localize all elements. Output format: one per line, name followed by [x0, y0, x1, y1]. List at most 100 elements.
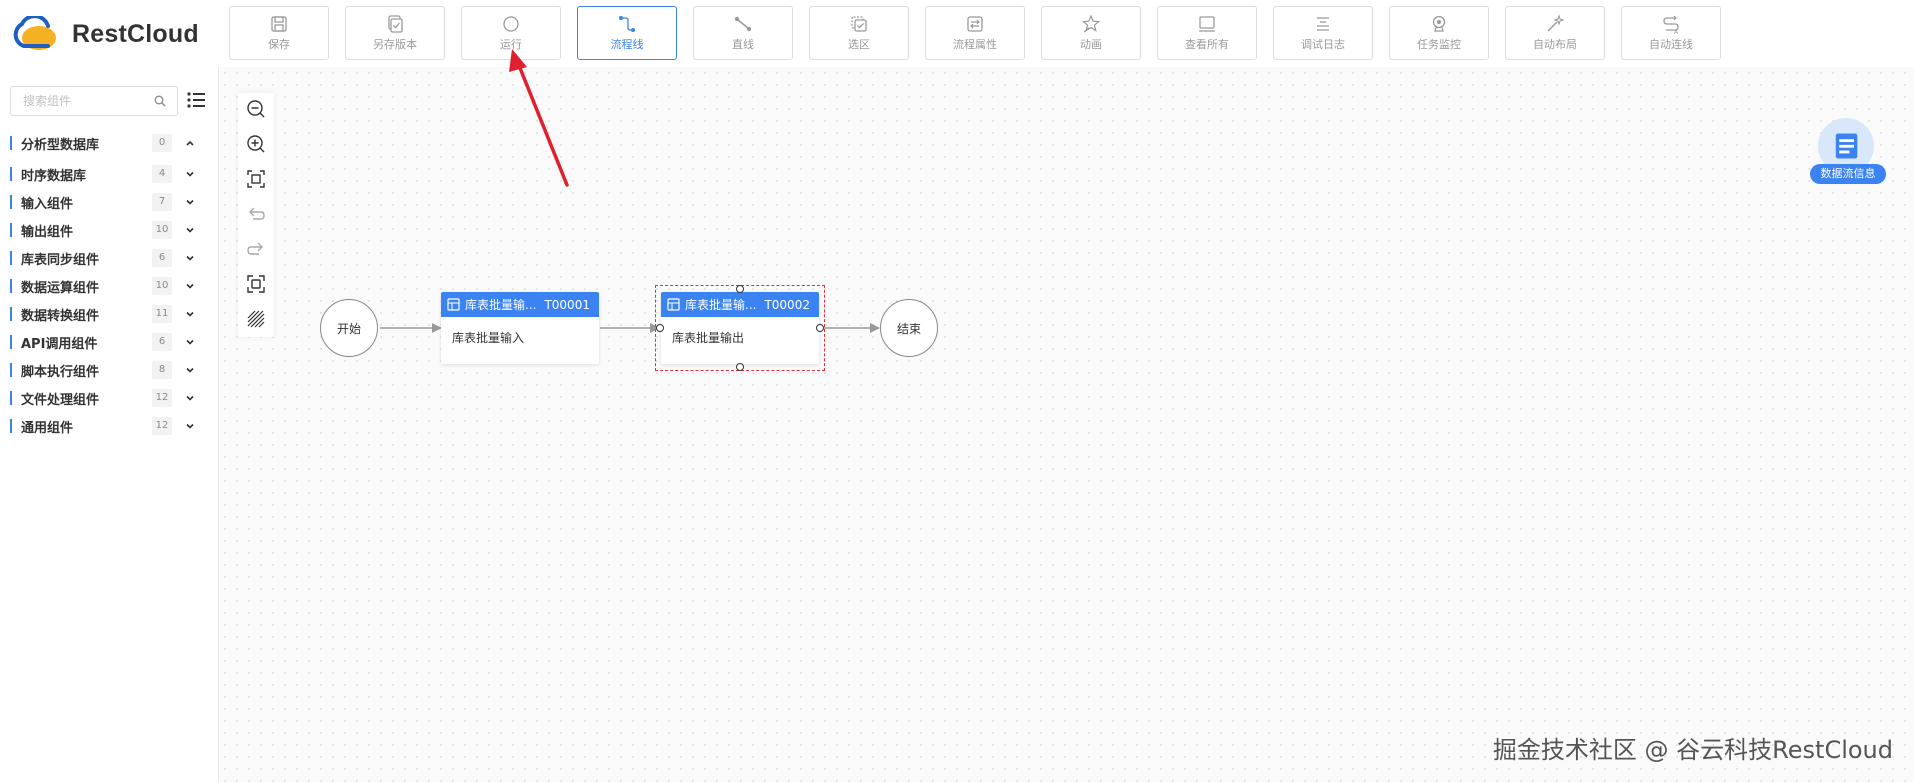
category-marker: [10, 335, 12, 349]
fit-view-button[interactable]: [245, 168, 267, 190]
component-search-input[interactable]: [21, 93, 155, 109]
chevron-down-icon[interactable]: [184, 308, 196, 320]
task-node-id: T00002: [764, 297, 810, 312]
category-label: 输入组件: [21, 196, 74, 212]
animation-button[interactable]: 动画: [1041, 6, 1141, 60]
category-item[interactable]: 数据转换组件 11: [0, 300, 218, 328]
category-item[interactable]: 时序数据库 4: [0, 160, 218, 188]
task-node-batch-input[interactable]: 库表批量输... T00001 库表批量输入: [441, 292, 599, 364]
zoom-in-button[interactable]: [245, 133, 267, 155]
flow-line-button[interactable]: 流程线: [577, 6, 677, 60]
category-label: 库表同步组件: [21, 252, 100, 268]
category-item[interactable]: 输入组件 7: [0, 188, 218, 216]
flow-properties-button[interactable]: 流程属性: [925, 6, 1025, 60]
category-item[interactable]: 文件处理组件 12: [0, 384, 218, 412]
chevron-down-icon[interactable]: [184, 364, 196, 376]
category-marker: [10, 307, 12, 321]
flow-canvas[interactable]: [219, 67, 1914, 782]
auto-layout-button[interactable]: 自动布局: [1505, 6, 1605, 60]
undo-button[interactable]: [245, 203, 267, 225]
fullscreen-icon: [247, 275, 265, 293]
chevron-down-icon[interactable]: [184, 196, 196, 208]
category-item[interactable]: 输出组件 10: [0, 216, 218, 244]
connection-port-right[interactable]: [816, 324, 824, 332]
task-monitor-button[interactable]: 任务监控: [1389, 6, 1489, 60]
category-count: 4: [152, 165, 172, 183]
category-item[interactable]: 数据运算组件 10: [0, 272, 218, 300]
document-info-icon: [1835, 133, 1858, 159]
view-all-button-label: 查看所有: [1185, 38, 1229, 51]
list-view-icon[interactable]: [186, 89, 206, 111]
chevron-down-icon[interactable]: [184, 392, 196, 404]
straight-line-button[interactable]: 直线: [693, 6, 793, 60]
category-label: 通用组件: [21, 420, 74, 436]
run-button[interactable]: 运行: [461, 6, 561, 60]
connection-port-bottom[interactable]: [736, 363, 744, 371]
component-sidebar: 分析型数据库 0 时序数据库 4 输入组件 7 输出组件 10: [0, 67, 219, 782]
connection-port-top[interactable]: [736, 285, 744, 293]
chevron-down-icon[interactable]: [184, 420, 196, 432]
auto-connect-button[interactable]: A 自动连线: [1621, 6, 1721, 60]
zoom-in-icon: [247, 135, 265, 153]
task-node-batch-output[interactable]: 库表批量输... T00002 库表批量输出: [661, 292, 819, 364]
watermark: 掘金技术社区 @ 谷云科技RestCloud: [1492, 736, 1893, 764]
redo-button[interactable]: [245, 238, 267, 260]
svg-text:A: A: [1674, 29, 1679, 34]
grid-toggle-button[interactable]: [245, 308, 267, 330]
canvas-zoom-toolbar: [238, 93, 274, 337]
save-version-button[interactable]: 另存版本: [345, 6, 445, 60]
zoom-out-button[interactable]: [245, 98, 267, 120]
category-marker: [10, 195, 12, 209]
connection-port-left[interactable]: [656, 324, 664, 332]
category-label: API调用组件: [21, 336, 98, 352]
chevron-down-icon[interactable]: [184, 168, 196, 180]
debug-log-button-label: 调试日志: [1301, 38, 1345, 51]
save-icon: [271, 16, 287, 32]
logo-text: RestCloud: [72, 19, 199, 48]
chevron-down-icon[interactable]: [184, 224, 196, 236]
category-label: 脚本执行组件: [21, 364, 100, 380]
view-all-icon: [1199, 16, 1215, 32]
auto-connect-button-label: 自动连线: [1649, 38, 1693, 51]
fullscreen-button[interactable]: [245, 273, 267, 295]
selection-button[interactable]: 选区: [809, 6, 909, 60]
category-label: 文件处理组件: [21, 392, 100, 408]
category-label: 时序数据库: [21, 168, 87, 184]
category-marker: [10, 136, 12, 150]
flow-line-button-label: 流程线: [610, 38, 644, 51]
category-count: 11: [152, 305, 172, 323]
category-item[interactable]: 库表同步组件 6: [0, 244, 218, 272]
end-node-label: 结束: [896, 321, 921, 336]
chevron-up-icon[interactable]: [184, 137, 196, 149]
save-button[interactable]: 保存: [229, 6, 329, 60]
chevron-down-icon[interactable]: [184, 252, 196, 264]
auto-connect-icon: A: [1663, 15, 1679, 34]
animation-button-label: 动画: [1080, 38, 1102, 51]
task-node-id: T00001: [544, 297, 590, 312]
zoom-out-icon: [247, 100, 265, 118]
view-all-button[interactable]: 查看所有: [1157, 6, 1257, 60]
category-item[interactable]: 脚本执行组件 8: [0, 356, 218, 384]
straight-line-button-label: 直线: [732, 38, 754, 51]
category-count: 12: [152, 417, 172, 435]
category-item[interactable]: API调用组件 6: [0, 328, 218, 356]
selection-button-label: 选区: [848, 38, 870, 51]
debug-log-button[interactable]: 调试日志: [1273, 6, 1373, 60]
start-node-label: 开始: [336, 321, 361, 336]
category-marker: [10, 363, 12, 377]
start-node[interactable]: 开始: [320, 299, 378, 357]
selection-icon: [851, 16, 867, 32]
category-item[interactable]: 分析型数据库 0: [0, 129, 218, 157]
save-button-label: 保存: [268, 38, 290, 51]
dataflow-info-button[interactable]: 数据流信息: [1810, 118, 1886, 186]
task-monitor-button-label: 任务监控: [1417, 38, 1461, 51]
search-icon[interactable]: [153, 94, 167, 108]
category-label: 分析型数据库: [21, 137, 100, 153]
task-node-title: 库表批量输...: [685, 298, 757, 312]
chevron-down-icon[interactable]: [184, 336, 196, 348]
end-node[interactable]: 结束: [880, 299, 938, 357]
chevron-down-icon[interactable]: [184, 280, 196, 292]
category-item[interactable]: 通用组件 12: [0, 412, 218, 440]
category-count: 6: [152, 333, 172, 351]
redo-icon: [247, 242, 263, 255]
